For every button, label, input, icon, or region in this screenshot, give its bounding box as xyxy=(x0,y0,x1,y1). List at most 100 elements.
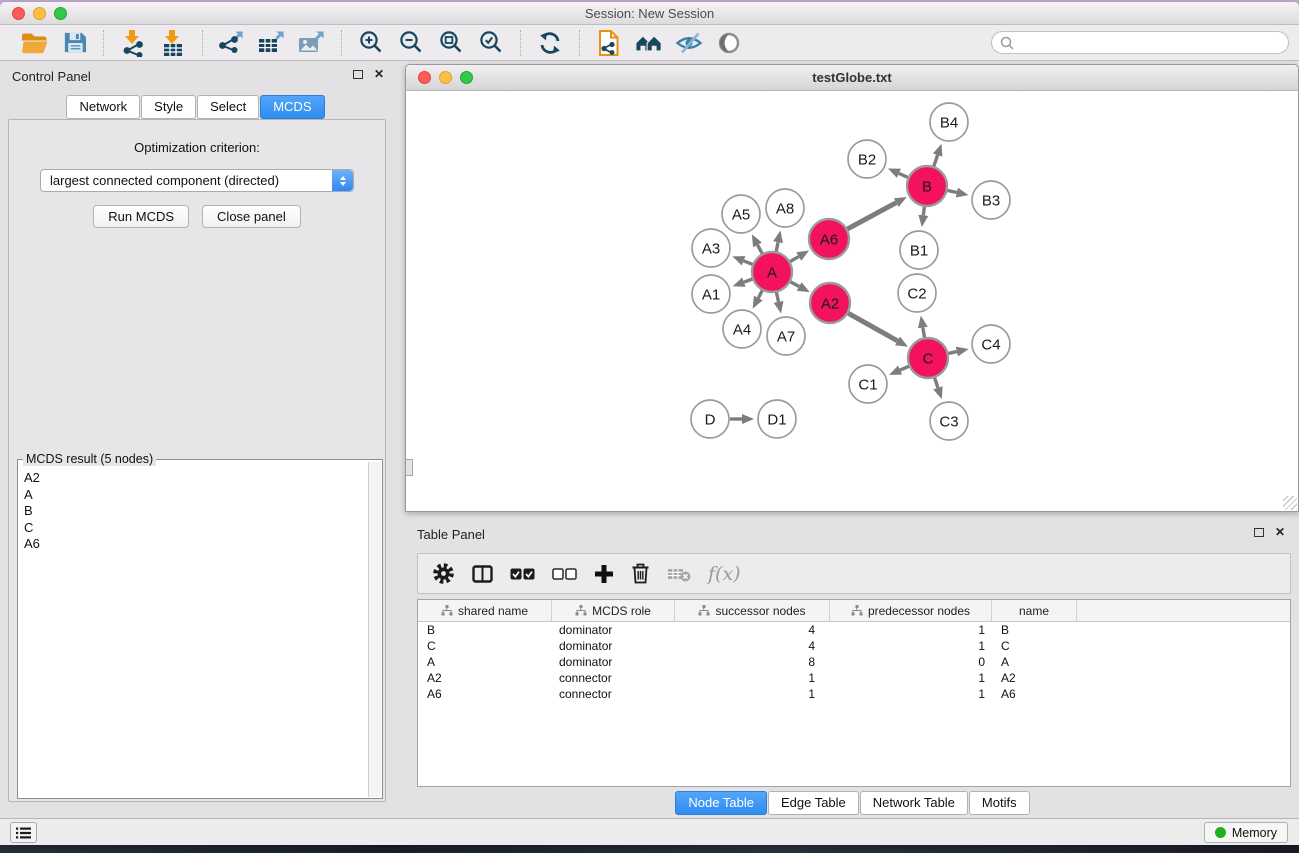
graph-edge-A-A5[interactable] xyxy=(757,245,762,254)
export-image-icon[interactable] xyxy=(297,28,327,58)
dropdown-stepper-icon[interactable] xyxy=(332,170,353,191)
show-column-icon[interactable] xyxy=(472,560,493,588)
table-cell[interactable]: A2 xyxy=(992,671,1077,685)
graph-edge-C-C4[interactable] xyxy=(948,352,957,354)
float-table-panel-icon[interactable] xyxy=(1254,528,1264,537)
float-panel-icon[interactable] xyxy=(353,70,363,79)
tab-mcds[interactable]: MCDS xyxy=(260,95,324,119)
column-header-name[interactable]: name xyxy=(992,600,1077,621)
tab-select[interactable]: Select xyxy=(197,95,259,119)
apply-layout-icon[interactable] xyxy=(535,28,565,58)
close-panel-button[interactable]: Close panel xyxy=(202,205,301,228)
save-session-icon[interactable] xyxy=(59,28,89,58)
clone-network-icon[interactable] xyxy=(594,28,624,58)
graph-node-A3[interactable]: A3 xyxy=(692,229,730,267)
graph-node-A1[interactable]: A1 xyxy=(692,275,730,313)
tab-style[interactable]: Style xyxy=(141,95,196,119)
table-cell[interactable]: 4 xyxy=(675,623,830,637)
mcds-result-item[interactable]: A2 xyxy=(24,470,367,487)
table-cell[interactable]: A xyxy=(992,655,1077,669)
graph-edge-A-A7[interactable] xyxy=(776,292,778,302)
zoom-fit-icon[interactable] xyxy=(436,28,466,58)
graph-edge-A-A1[interactable] xyxy=(744,279,753,282)
graph-node-C1[interactable]: C1 xyxy=(849,365,887,403)
zoom-out-icon[interactable] xyxy=(396,28,426,58)
zoom-in-icon[interactable] xyxy=(356,28,386,58)
delete-row-icon[interactable] xyxy=(631,560,650,588)
memory-button[interactable]: Memory xyxy=(1204,822,1288,843)
graph-edge-A-A2[interactable] xyxy=(790,281,799,286)
table-cell[interactable]: dominator xyxy=(552,639,675,653)
table-cell[interactable]: 1 xyxy=(830,639,992,653)
mcds-result-list[interactable]: A2ABCA6 xyxy=(18,463,367,798)
graph-node-B2[interactable]: B2 xyxy=(848,140,886,178)
graph-node-A7[interactable]: A7 xyxy=(767,317,805,355)
run-mcds-button[interactable]: Run MCDS xyxy=(93,205,189,228)
export-network-icon[interactable] xyxy=(217,28,247,58)
graph-edge-C-C2[interactable] xyxy=(923,328,925,339)
graph-node-A8[interactable]: A8 xyxy=(766,189,804,227)
table-cell[interactable]: 1 xyxy=(675,671,830,685)
show-graphics-details-icon[interactable] xyxy=(714,28,744,58)
window-resize-grip[interactable] xyxy=(1283,496,1297,510)
birdseye-handle[interactable] xyxy=(406,459,413,476)
graph-edge-A2-C[interactable] xyxy=(847,313,897,341)
graph-node-C[interactable]: C xyxy=(908,338,948,378)
settings-gear-icon[interactable] xyxy=(432,560,455,588)
table-cell[interactable]: A2 xyxy=(418,671,552,685)
result-list-scrollbar[interactable] xyxy=(368,462,381,797)
mcds-result-item[interactable]: A6 xyxy=(24,536,367,553)
table-cell[interactable]: connector xyxy=(552,671,675,685)
graph-node-D[interactable]: D xyxy=(691,400,729,438)
tab-motifs[interactable]: Motifs xyxy=(969,791,1030,815)
graph-edge-A-A6[interactable] xyxy=(789,257,798,262)
table-row[interactable]: A2connector11A2 xyxy=(418,670,1290,686)
network-window-titlebar[interactable]: testGlobe.txt xyxy=(406,65,1298,91)
graph-node-C2[interactable]: C2 xyxy=(898,274,936,312)
table-cell[interactable]: 8 xyxy=(675,655,830,669)
tab-edge-table[interactable]: Edge Table xyxy=(768,791,859,815)
graph-node-C3[interactable]: C3 xyxy=(930,402,968,440)
graph-edge-C-C3[interactable] xyxy=(934,377,938,388)
table-row[interactable]: Bdominator41B xyxy=(418,622,1290,638)
tab-node-table[interactable]: Node Table xyxy=(675,791,767,815)
graph-edge-B-B2[interactable] xyxy=(899,173,909,177)
column-header-MCDS-role[interactable]: MCDS role xyxy=(552,600,675,621)
hide-graphics-details-icon[interactable] xyxy=(674,28,704,58)
close-table-panel-icon[interactable]: ✕ xyxy=(1275,527,1285,537)
table-row[interactable]: Cdominator41C xyxy=(418,638,1290,654)
graph-node-A[interactable]: A xyxy=(752,252,792,292)
deselect-all-icon[interactable] xyxy=(552,560,577,588)
table-cell[interactable]: 0 xyxy=(830,655,992,669)
mcds-result-item[interactable]: A xyxy=(24,487,367,504)
close-panel-icon[interactable]: ✕ xyxy=(374,69,384,79)
network-canvas[interactable]: AA1A2A3A4A5A6A7A8BB1B2B3B4CC1C2C3C4DD1 xyxy=(406,91,1298,511)
add-row-icon[interactable] xyxy=(594,560,614,588)
delete-table-icon[interactable] xyxy=(667,560,691,588)
table-cell[interactable]: dominator xyxy=(552,623,675,637)
graph-edge-A-A4[interactable] xyxy=(758,290,762,298)
zoom-selected-icon[interactable] xyxy=(476,28,506,58)
function-builder-icon[interactable]: f(x) xyxy=(708,560,741,588)
table-cell[interactable]: 1 xyxy=(830,623,992,637)
graph-node-C4[interactable]: C4 xyxy=(972,325,1010,363)
select-all-icon[interactable] xyxy=(510,560,535,588)
graph-edge-B-B3[interactable] xyxy=(947,190,957,192)
table-cell[interactable]: B xyxy=(992,623,1077,637)
table-cell[interactable]: B xyxy=(418,623,552,637)
table-cell[interactable]: dominator xyxy=(552,655,675,669)
import-table-icon[interactable] xyxy=(158,28,188,58)
tab-network[interactable]: Network xyxy=(66,95,140,119)
table-cell[interactable]: C xyxy=(992,639,1077,653)
graph-node-B4[interactable]: B4 xyxy=(930,103,968,141)
tab-network-table[interactable]: Network Table xyxy=(860,791,968,815)
graph-node-B3[interactable]: B3 xyxy=(972,181,1010,219)
table-cell[interactable]: A6 xyxy=(992,687,1077,701)
graph-node-D1[interactable]: D1 xyxy=(758,400,796,438)
graph-node-B1[interactable]: B1 xyxy=(900,231,938,269)
table-row[interactable]: Adominator80A xyxy=(418,654,1290,670)
graph-node-A4[interactable]: A4 xyxy=(723,310,761,348)
graph-edge-B-B1[interactable] xyxy=(923,206,924,215)
graph-node-A6[interactable]: A6 xyxy=(809,219,849,259)
graph-edge-A-A8[interactable] xyxy=(776,242,778,252)
